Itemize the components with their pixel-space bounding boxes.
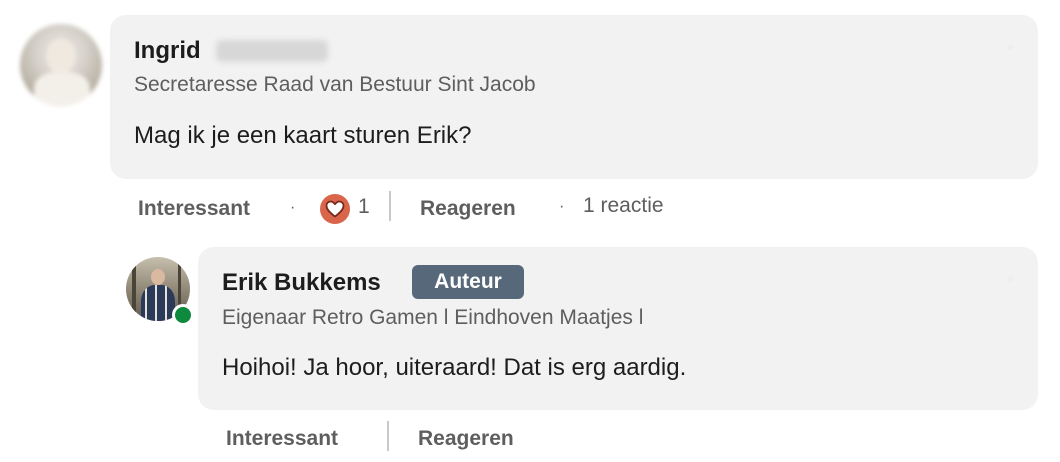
avatar-face <box>46 38 76 74</box>
reply-button[interactable]: Reageren <box>420 196 516 222</box>
more-options-icon[interactable]: · <box>1008 270 1013 286</box>
commenter-avatar[interactable] <box>20 24 102 106</box>
author-badge: Auteur <box>412 265 524 299</box>
separator-dot: · <box>290 199 296 216</box>
action-divider <box>389 191 391 221</box>
separator-dot: · <box>559 198 565 215</box>
avatar-shirt <box>141 285 175 321</box>
avatar-torso <box>34 72 90 106</box>
comment-message: Mag ik je een kaart sturen Erik? <box>134 122 472 149</box>
reply-reply-button[interactable]: Reageren <box>418 426 514 452</box>
reply-message: Hoihoi! Ja hoor, uiteraard! Dat is erg a… <box>222 354 687 381</box>
commenter-name[interactable]: Ingrid <box>134 36 201 66</box>
avatar-background-tree <box>132 257 136 321</box>
reply-author-headline: Eigenaar Retro Gamen l Eindhoven Maatjes… <box>222 306 644 329</box>
heart-icon[interactable] <box>320 194 350 224</box>
action-divider <box>387 421 389 451</box>
reaction-count[interactable]: 1 <box>358 194 370 220</box>
like-button[interactable]: Interessant <box>138 196 250 222</box>
more-options-icon[interactable]: · <box>1008 38 1013 54</box>
reply-count-link[interactable]: 1 reactie <box>583 193 664 219</box>
commenter-surname-redacted <box>216 40 328 62</box>
reply-author-name[interactable]: Erik Bukkems <box>222 268 381 298</box>
reply-like-button[interactable]: Interessant <box>226 426 338 452</box>
commenter-headline: Secretaresse Raad van Bestuur Sint Jacob <box>134 73 536 96</box>
blurred-background-text <box>360 40 364 56</box>
online-status-icon <box>172 304 194 326</box>
avatar-head <box>151 269 165 285</box>
